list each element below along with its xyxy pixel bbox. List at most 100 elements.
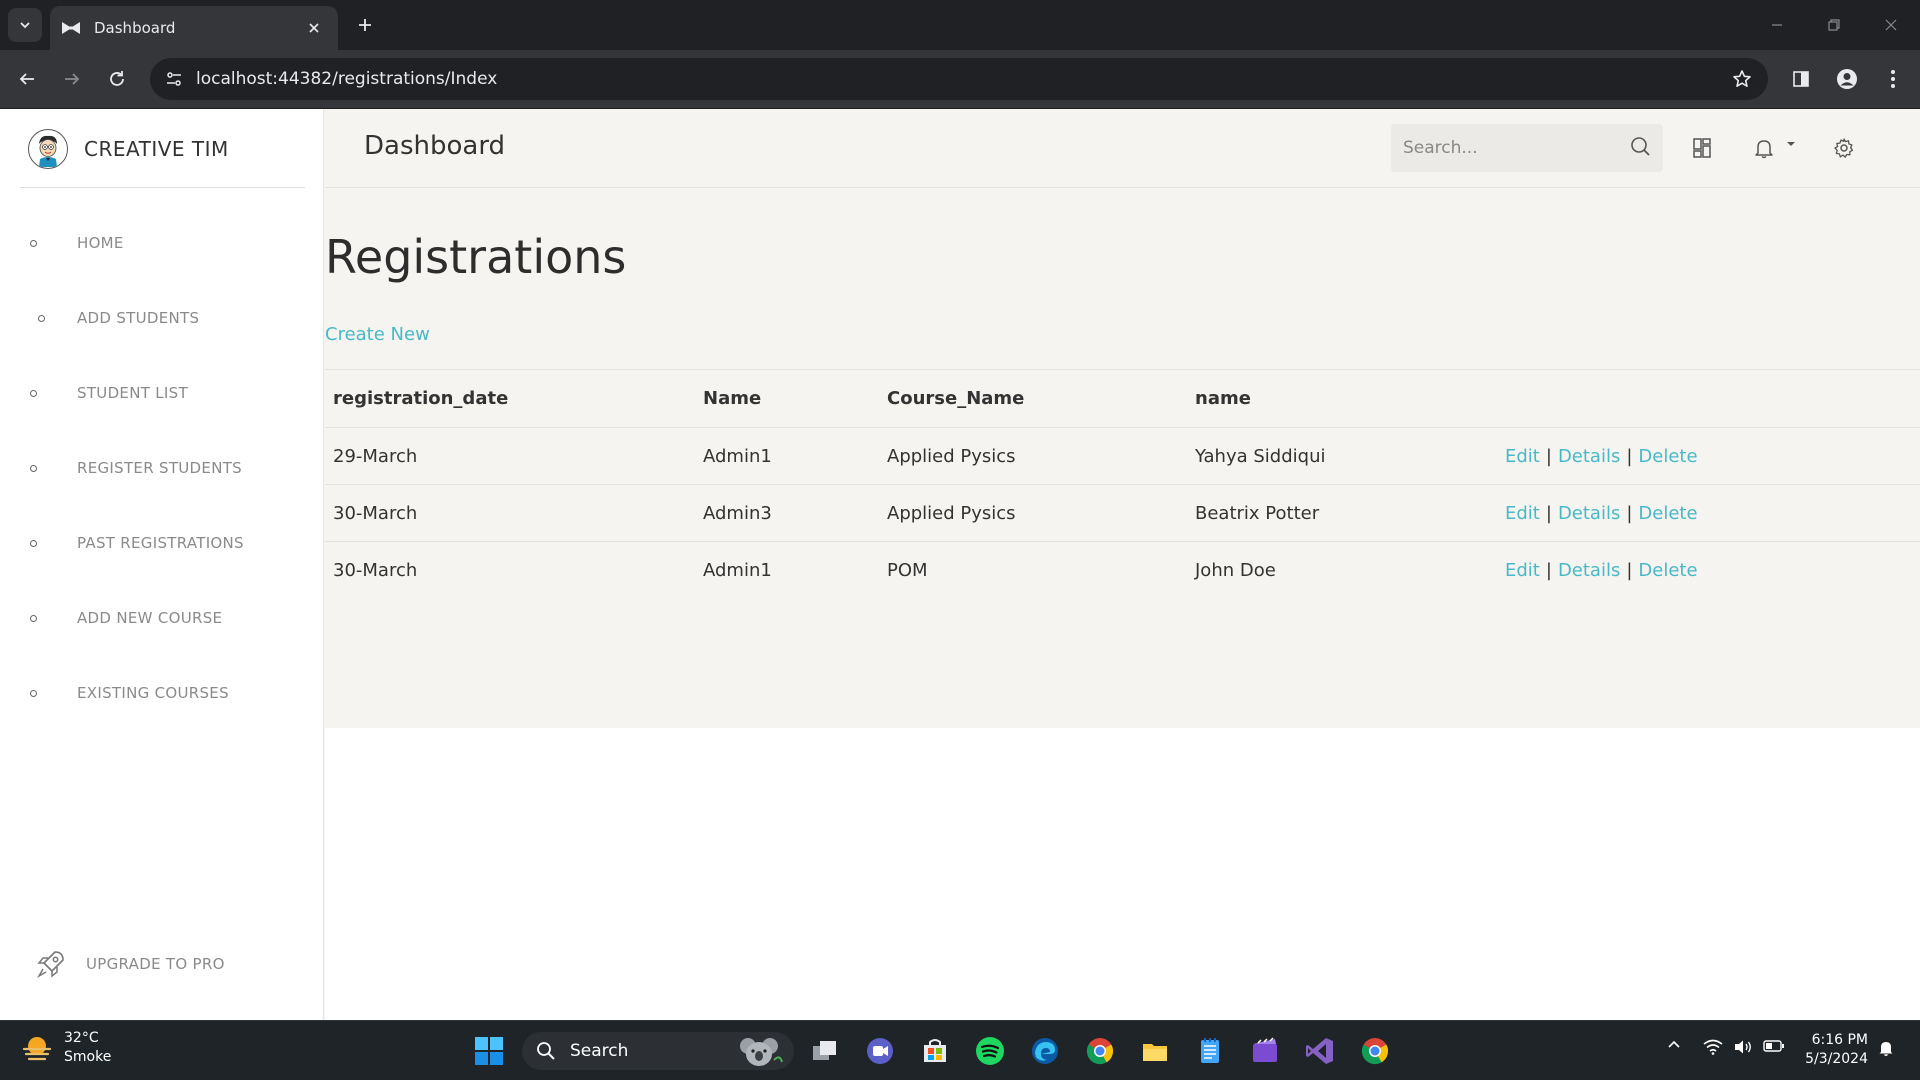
system-clock[interactable]: 6:16 PM 5/3/2024: [1800, 1031, 1868, 1069]
delete-link[interactable]: Delete: [1638, 446, 1697, 467]
battery-icon[interactable]: [1762, 1039, 1786, 1053]
browser-tab[interactable]: Dashboard: [50, 6, 338, 50]
search-input[interactable]: [1403, 138, 1629, 158]
side-panel-icon[interactable]: [1784, 62, 1818, 96]
bullet-icon: [30, 389, 37, 397]
cell-name: Admin1: [703, 559, 772, 581]
upgrade-to-pro-link[interactable]: UPGRADE TO PRO: [34, 947, 225, 981]
clipchamp-icon[interactable]: [1245, 1031, 1285, 1071]
close-tab-icon[interactable]: [304, 18, 324, 38]
tab-search-button[interactable]: [8, 8, 42, 42]
windows-taskbar: 32°C Smoke Search 6:16 PM 5/3/2024: [0, 1020, 1920, 1080]
cell-course-name: Applied Pysics: [879, 484, 1187, 542]
clock-date: 5/3/2024: [1805, 1051, 1868, 1067]
spotify-icon[interactable]: [970, 1031, 1010, 1071]
weather-temperature: 32°C: [64, 1030, 99, 1046]
edit-link[interactable]: Edit: [1505, 446, 1540, 467]
details-link[interactable]: Details: [1558, 446, 1620, 467]
bullet-icon: [30, 614, 37, 622]
sidebar-item-register-students[interactable]: REGISTER STUDENTS: [30, 459, 242, 477]
delete-link[interactable]: Delete: [1638, 503, 1697, 524]
notifications-dropdown[interactable]: [1750, 133, 1800, 163]
cell-student-name: Yahya Siddiqui: [1187, 427, 1497, 485]
notification-bell-icon[interactable]: [1874, 1039, 1898, 1057]
teams-chat-icon[interactable]: [860, 1031, 900, 1071]
sidebar-item-student-list[interactable]: STUDENT LIST: [30, 384, 188, 402]
separator: |: [1626, 445, 1633, 467]
sidebar-item-past-registrations[interactable]: PAST REGISTRATIONS: [30, 534, 244, 552]
bullet-icon: [38, 314, 45, 322]
table-row: 30-March Admin1 POM John Doe Edit | Detail…: [325, 542, 1920, 599]
volume-icon[interactable]: [1732, 1039, 1754, 1055]
create-new-link[interactable]: Create New: [325, 324, 430, 345]
bullet-icon: [30, 464, 37, 472]
taskbar-search[interactable]: Search: [522, 1032, 794, 1070]
bell-icon: [1755, 140, 1773, 159]
browser-toolbar: localhost:44382/registrations/Index: [0, 50, 1920, 109]
reload-button[interactable]: [100, 62, 134, 96]
brand[interactable]: CREATIVE TIM: [28, 129, 229, 169]
sidebar-item-add-new-course[interactable]: ADD NEW COURSE: [30, 609, 222, 627]
bullet-icon: [30, 689, 37, 697]
chrome-icon[interactable]: [1080, 1031, 1120, 1071]
caret-down-icon: [1787, 142, 1795, 146]
edge-browser-icon[interactable]: [1025, 1031, 1065, 1071]
table-header-row: registration_date Name Course_Name name: [325, 369, 1920, 428]
separator: |: [1545, 559, 1552, 581]
chrome-active-icon[interactable]: [1355, 1031, 1395, 1071]
table-row: 29-March Admin1 Applied Pysics Yahya Sid…: [325, 427, 1920, 485]
weather-widget[interactable]: 32°C Smoke: [20, 1029, 111, 1067]
new-tab-button[interactable]: [350, 10, 380, 40]
sidebar-item-existing-courses[interactable]: EXISTING COURSES: [30, 684, 229, 702]
separator: |: [1626, 559, 1633, 581]
file-explorer-icon[interactable]: [1135, 1031, 1175, 1071]
wifi-icon[interactable]: [1702, 1039, 1724, 1055]
profile-icon[interactable]: [1830, 62, 1864, 96]
arrow-left-icon: [19, 73, 34, 85]
microsoft-store-icon[interactable]: [915, 1031, 955, 1071]
cell-course-name: POM: [887, 559, 928, 581]
edit-link[interactable]: Edit: [1505, 560, 1540, 581]
site-info-icon[interactable]: [154, 58, 194, 100]
back-button[interactable]: [10, 62, 44, 96]
cell-name: Admin3: [695, 484, 879, 542]
search-icon[interactable]: [1629, 135, 1651, 161]
notepad-icon[interactable]: [1190, 1031, 1230, 1071]
taskbar-search-label: Search: [570, 1041, 629, 1061]
cell-name: Admin1: [695, 427, 879, 485]
browser-tab-strip: Dashboard: [0, 0, 1920, 50]
search-box[interactable]: [1391, 124, 1663, 172]
sidebar-item-add-students[interactable]: ADD STUDENTS: [38, 309, 199, 327]
cell-registration-date: 29-March: [325, 427, 695, 485]
cell-student-name: Beatrix Potter: [1187, 484, 1497, 542]
sidebar-item-home[interactable]: HOME: [30, 234, 124, 252]
column-header: name: [1187, 369, 1497, 428]
address-bar[interactable]: localhost:44382/registrations/Index: [150, 58, 1768, 100]
brand-name: CREATIVE TIM: [84, 137, 229, 161]
forward-button[interactable]: [55, 62, 89, 96]
search-icon: [537, 1042, 555, 1060]
edit-link[interactable]: Edit: [1505, 503, 1540, 524]
menu-kebab-icon[interactable]: [1876, 62, 1910, 96]
windows-start-button[interactable]: [469, 1031, 509, 1071]
details-link[interactable]: Details: [1558, 503, 1620, 524]
weather-condition: Smoke: [64, 1049, 112, 1065]
details-link[interactable]: Details: [1558, 560, 1620, 581]
settings-gear-icon[interactable]: [1829, 133, 1859, 163]
bullet-icon: [30, 539, 37, 547]
delete-link[interactable]: Delete: [1638, 560, 1697, 581]
dashboard-grid-icon[interactable]: [1687, 133, 1717, 163]
windows-logo-icon: [475, 1037, 503, 1065]
task-view-icon[interactable]: [805, 1031, 845, 1071]
bookmark-star-icon[interactable]: [1722, 58, 1762, 100]
restore-button[interactable]: [1806, 0, 1862, 50]
reload-icon: [110, 71, 124, 86]
close-window-button[interactable]: [1863, 0, 1919, 50]
minimize-button[interactable]: [1749, 0, 1805, 50]
show-hidden-icons-chevron-up-icon[interactable]: [1664, 1039, 1684, 1049]
visual-studio-icon[interactable]: [1300, 1031, 1340, 1071]
registrations-table: registration_date Name Course_Name name …: [325, 369, 1920, 599]
sidebar-item-label: STUDENT LIST: [77, 384, 188, 402]
url-text[interactable]: localhost:44382/registrations/Index: [196, 69, 1722, 89]
cell-registration-date: 30-March: [333, 559, 418, 581]
